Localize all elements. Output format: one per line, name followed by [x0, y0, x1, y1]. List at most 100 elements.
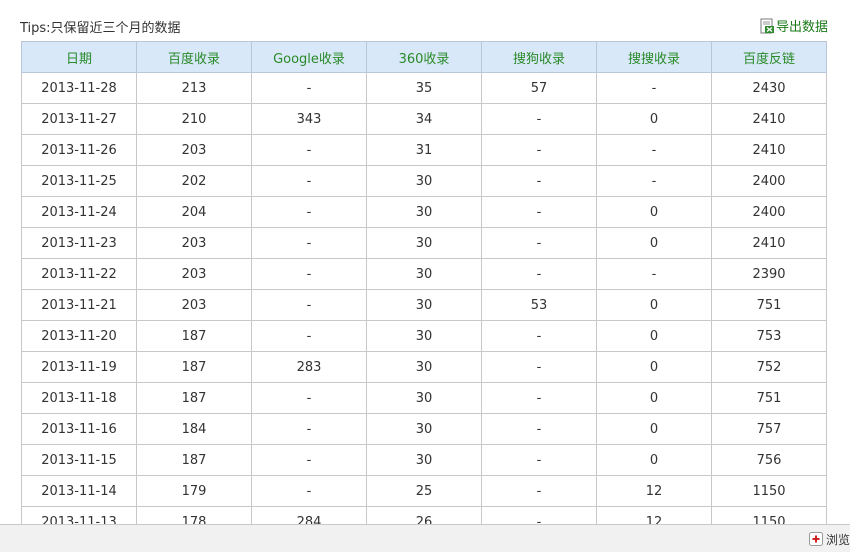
cell-baidu-index: 187: [136, 351, 252, 383]
browse-button[interactable]: 浏览: [808, 529, 850, 549]
cell-soso-index: 0: [596, 196, 712, 228]
cell-baidu-backlinks: 756: [711, 444, 827, 476]
column-header-baidu-index[interactable]: 百度收录: [136, 41, 252, 73]
table-row: 2013-11-25 202-30- -2400: [21, 165, 827, 197]
data-table: 日期 百度收录 Google收录 360收录 搜狗收录 搜搜收录 百度反链 20…: [21, 41, 827, 525]
cell-sogou-index: -: [481, 134, 597, 166]
table-body: 2013-11-28 213-35 57-2430 2013-11-27 210 343 3…: [21, 72, 827, 525]
column-header-baidu-backlinks[interactable]: 百度反链: [711, 41, 827, 73]
cell-date: 2013-11-25: [21, 165, 137, 197]
cell-date: 2013-11-18: [21, 382, 137, 414]
cell-baidu-backlinks: 752: [711, 351, 827, 383]
cell-soso-index: 0: [596, 320, 712, 352]
cell-date: 2013-11-24: [21, 196, 137, 228]
export-data-link[interactable]: 导出数据: [760, 16, 828, 35]
cell-sogou-index: -: [481, 258, 597, 290]
cell-sogou-index: -: [481, 506, 597, 525]
cell-google-index: -: [251, 475, 367, 507]
cell-baidu-index: 187: [136, 444, 252, 476]
table-row: 2013-11-19 187 283 30-0 752: [21, 351, 827, 383]
cell-google-index: -: [251, 413, 367, 445]
export-data-label: 导出数据: [775, 20, 828, 35]
cell-soso-index: 0: [596, 413, 712, 445]
cell-soso-index: -: [596, 165, 712, 197]
cell-date: 2013-11-28: [21, 72, 137, 104]
cell-baidu-backlinks: 753: [711, 320, 827, 352]
cell-google-index: -: [251, 289, 367, 321]
cell-google-index: -: [251, 134, 367, 166]
cell-soso-index: 12: [596, 475, 712, 507]
cell-sogou-index: -: [481, 444, 597, 476]
cell-360-index: 35: [366, 72, 482, 104]
cell-google-index: -: [251, 444, 367, 476]
cell-baidu-index: 210: [136, 103, 252, 135]
browse-label: 浏览: [825, 532, 850, 547]
cell-baidu-backlinks: 2410: [711, 103, 827, 135]
column-header-360-index[interactable]: 360收录: [366, 41, 482, 73]
cell-google-index: -: [251, 258, 367, 290]
cell-baidu-backlinks: 1150: [711, 506, 827, 525]
cell-date: 2013-11-13: [21, 506, 137, 525]
cell-sogou-index: 53: [481, 289, 597, 321]
cell-google-index: 343: [251, 103, 367, 135]
cell-baidu-index: 184: [136, 413, 252, 445]
column-header-date[interactable]: 日期: [21, 41, 137, 73]
cell-soso-index: 0: [596, 351, 712, 383]
tips-text: Tips:只保留近三个月的数据: [20, 21, 181, 36]
cell-date: 2013-11-14: [21, 475, 137, 507]
cell-360-index: 30: [366, 196, 482, 228]
cell-360-index: 30: [366, 413, 482, 445]
cell-baidu-backlinks: 2430: [711, 72, 827, 104]
cell-sogou-index: -: [481, 413, 597, 445]
cell-google-index: -: [251, 227, 367, 259]
cell-date: 2013-11-15: [21, 444, 137, 476]
cell-360-index: 34: [366, 103, 482, 135]
cell-sogou-index: -: [481, 196, 597, 228]
cell-360-index: 26: [366, 506, 482, 525]
table-row: 2013-11-23 203-30-0 2410: [21, 227, 827, 259]
table-row: 2013-11-28 213-35 57-2430: [21, 72, 827, 104]
cell-360-index: 30: [366, 351, 482, 383]
cell-baidu-backlinks: 751: [711, 382, 827, 414]
cell-baidu-index: 203: [136, 134, 252, 166]
cell-360-index: 30: [366, 165, 482, 197]
table-row: 2013-11-15 187-30-0 756: [21, 444, 827, 476]
column-header-soso-index[interactable]: 搜搜收录: [596, 41, 712, 73]
cell-sogou-index: 57: [481, 72, 597, 104]
cell-baidu-index: 179: [136, 475, 252, 507]
cell-baidu-index: 203: [136, 289, 252, 321]
cell-soso-index: 0: [596, 444, 712, 476]
excel-export-icon: [760, 18, 774, 33]
cell-google-index: -: [251, 382, 367, 414]
column-header-sogou-index[interactable]: 搜狗收录: [481, 41, 597, 73]
cell-soso-index: -: [596, 134, 712, 166]
plus-icon: [808, 532, 823, 546]
table-row: 2013-11-26 203-31- -2410: [21, 134, 827, 166]
cell-date: 2013-11-21: [21, 289, 137, 321]
cell-baidu-index: 202: [136, 165, 252, 197]
cell-google-index: -: [251, 320, 367, 352]
cell-baidu-backlinks: 751: [711, 289, 827, 321]
cell-sogou-index: -: [481, 103, 597, 135]
cell-baidu-index: 213: [136, 72, 252, 104]
toolbar: Tips:只保留近三个月的数据 导出数据: [20, 14, 830, 36]
cell-baidu-index: 187: [136, 320, 252, 352]
table-row: 2013-11-13 178 284 26-12 1150: [21, 506, 827, 525]
table-row: 2013-11-14 179-25-12 1150: [21, 475, 827, 507]
cell-baidu-index: 178: [136, 506, 252, 525]
cell-soso-index: 0: [596, 103, 712, 135]
cell-360-index: 30: [366, 227, 482, 259]
cell-date: 2013-11-16: [21, 413, 137, 445]
column-header-google-index[interactable]: Google收录: [251, 41, 367, 73]
cell-360-index: 30: [366, 444, 482, 476]
cell-sogou-index: -: [481, 351, 597, 383]
cell-date: 2013-11-23: [21, 227, 137, 259]
cell-baidu-index: 203: [136, 227, 252, 259]
cell-sogou-index: -: [481, 475, 597, 507]
cell-google-index: -: [251, 72, 367, 104]
cell-baidu-backlinks: 2410: [711, 227, 827, 259]
table-row: 2013-11-18 187-30-0 751: [21, 382, 827, 414]
cell-soso-index: 0: [596, 382, 712, 414]
cell-baidu-index: 187: [136, 382, 252, 414]
cell-date: 2013-11-26: [21, 134, 137, 166]
